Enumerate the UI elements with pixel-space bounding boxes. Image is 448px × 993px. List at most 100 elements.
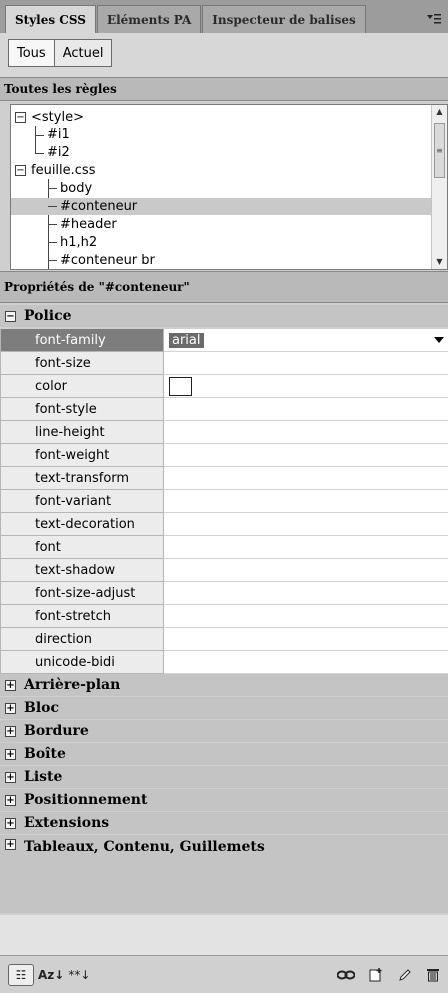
current-mode-button[interactable]: Actuel (54, 39, 113, 67)
property-value[interactable] (164, 651, 448, 674)
property-value[interactable] (164, 559, 448, 582)
tree-rule-header[interactable]: #header (60, 216, 117, 233)
tree-node-stylesheet[interactable]: − feuille.css (15, 162, 95, 179)
rules-tree[interactable]: − <style> #i1 #i2 − feuille.css body #co… (10, 104, 448, 270)
expand-icon[interactable]: + (5, 771, 16, 783)
property-name: text-transform (0, 467, 164, 490)
property-row[interactable]: font-size-adjust (0, 582, 448, 605)
property-row[interactable]: text-shadow (0, 559, 448, 582)
group-label: Boîte (24, 746, 66, 762)
collapse-icon[interactable]: − (15, 112, 26, 123)
property-value[interactable] (164, 490, 448, 513)
expand-icon[interactable]: + (5, 817, 16, 829)
expand-icon[interactable]: + (5, 702, 16, 714)
property-row[interactable]: unicode-bidi (0, 651, 448, 674)
mode-toggle-row: Tous Actuel (0, 33, 448, 77)
group-label: Positionnement (24, 792, 148, 808)
collapse-icon[interactable]: − (5, 310, 16, 322)
property-row[interactable]: font-variant (0, 490, 448, 513)
group-box[interactable]: + Boîte (0, 743, 448, 765)
scrollbar-thumb[interactable]: ≡ (434, 123, 445, 178)
property-row[interactable]: font-weight (0, 444, 448, 467)
scroll-up-icon[interactable]: ▲ (432, 105, 447, 119)
expand-icon[interactable]: + (5, 748, 16, 760)
tab-ap-elements[interactable]: Eléments PA (96, 5, 202, 33)
tree-rule-i2[interactable]: #i2 (47, 144, 70, 161)
tree-node-style[interactable]: − <style> (15, 109, 84, 126)
group-border[interactable]: + Bordure (0, 720, 448, 742)
property-value[interactable] (164, 375, 448, 398)
property-row[interactable]: color (0, 375, 448, 398)
group-tables-content-quotes[interactable]: + Tableaux, Contenu, Guillemets (0, 835, 448, 913)
group-block[interactable]: + Bloc (0, 697, 448, 719)
group-positioning[interactable]: + Positionnement (0, 789, 448, 811)
property-row[interactable]: line-height (0, 421, 448, 444)
tab-tag-inspector[interactable]: Inspecteur de balises (202, 5, 366, 33)
property-value[interactable] (164, 467, 448, 490)
group-background[interactable]: + Arrière-plan (0, 674, 448, 696)
set-properties-icon: **↓ (68, 967, 91, 982)
properties-header: Propriétés de "#conteneur" (0, 271, 448, 303)
property-name: font (0, 536, 164, 559)
property-value[interactable] (164, 628, 448, 651)
panel-tab-bar: Styles CSS Eléments PA Inspecteur de bal… (0, 0, 448, 33)
property-value[interactable] (164, 421, 448, 444)
edit-rule-icon[interactable] (398, 964, 412, 986)
expand-icon[interactable]: + (5, 794, 16, 806)
property-value-dropdown[interactable]: arial (164, 329, 448, 352)
property-row[interactable]: font-family arial (0, 329, 448, 352)
group-label: Bordure (24, 723, 89, 739)
property-name: unicode-bidi (0, 651, 164, 674)
sort-alpha-icon: Az↓ (38, 967, 65, 982)
tree-rule-conteneur[interactable]: #conteneur (11, 198, 437, 215)
dropdown-arrow-icon[interactable] (434, 337, 444, 343)
delete-rule-icon[interactable] (426, 964, 440, 986)
property-value[interactable] (164, 352, 448, 375)
expand-icon[interactable]: + (5, 725, 16, 737)
collapse-icon[interactable]: − (15, 165, 26, 176)
expand-icon[interactable]: + (5, 839, 16, 850)
property-value-text: arial (169, 332, 204, 348)
group-label: Arrière-plan (24, 677, 121, 693)
property-row[interactable]: font (0, 536, 448, 559)
tree-connector (48, 242, 57, 243)
property-value[interactable] (164, 582, 448, 605)
property-value[interactable] (164, 398, 448, 421)
property-row[interactable]: direction (0, 628, 448, 651)
rules-scrollbar[interactable]: ▲ ≡ ▼ (431, 105, 447, 269)
alphabetical-view-button[interactable]: Az↓ (38, 964, 64, 986)
bottom-toolbar: ☷ Az↓ **↓ (0, 955, 448, 993)
group-extensions[interactable]: + Extensions (0, 812, 448, 834)
color-picker-swatch[interactable] (169, 376, 192, 396)
property-row[interactable]: text-transform (0, 467, 448, 490)
property-row[interactable]: font-style (0, 398, 448, 421)
property-name: direction (0, 628, 164, 651)
property-row[interactable]: font-size (0, 352, 448, 375)
panel-menu-icon[interactable] (420, 5, 448, 33)
tree-rule-i1[interactable]: #i1 (47, 126, 70, 143)
attach-stylesheet-icon[interactable] (337, 964, 355, 986)
property-row[interactable]: text-decoration (0, 513, 448, 536)
property-name: text-decoration (0, 513, 164, 536)
group-police[interactable]: − Police (0, 305, 448, 327)
tree-connector (48, 224, 57, 225)
property-value[interactable] (164, 536, 448, 559)
property-value[interactable] (164, 605, 448, 628)
group-list[interactable]: + Liste (0, 766, 448, 788)
property-name: font-style (0, 398, 164, 421)
tree-rule-conteneur-br[interactable]: #conteneur br (60, 252, 155, 269)
group-label: Liste (24, 769, 63, 785)
all-mode-button[interactable]: Tous (8, 39, 55, 67)
scroll-down-icon[interactable]: ▼ (432, 255, 447, 269)
property-value[interactable] (164, 513, 448, 536)
expand-icon[interactable]: + (5, 679, 16, 691)
new-rule-icon[interactable] (369, 964, 384, 986)
property-row[interactable]: font-stretch (0, 605, 448, 628)
set-properties-only-button[interactable]: **↓ (68, 964, 90, 986)
tree-rule-h1h2[interactable]: h1,h2 (60, 234, 97, 251)
tree-rule-body[interactable]: body (60, 180, 92, 197)
tab-styles-css[interactable]: Styles CSS (5, 5, 96, 33)
category-view-button[interactable]: ☷ (8, 963, 34, 986)
property-value[interactable] (164, 444, 448, 467)
property-name: font-family (0, 329, 164, 352)
